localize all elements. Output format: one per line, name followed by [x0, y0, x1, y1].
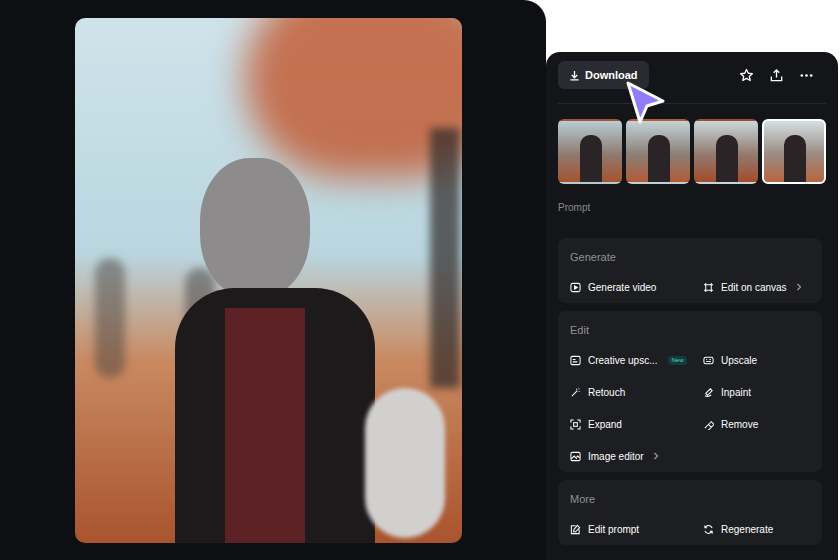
- action-grid: Creative upsc... New Upscale Retouch Inpaint…: [570, 344, 810, 472]
- thumbnail[interactable]: [694, 119, 758, 184]
- action-item[interactable]: Retouch: [570, 376, 703, 408]
- video-icon: [570, 282, 581, 293]
- wand-icon: [570, 387, 581, 398]
- hd-icon: [703, 355, 714, 366]
- action-label: Edit on canvas: [721, 280, 787, 295]
- action-label: Edit prompt: [588, 522, 639, 537]
- action-label: Retouch: [588, 385, 625, 400]
- section-card: Edit Creative upsc... New Upscale Retouch Inp…: [558, 311, 822, 472]
- download-label: Download: [585, 67, 638, 84]
- action-grid: Edit prompt Regenerate: [570, 513, 810, 545]
- action-label: Inpaint: [721, 385, 751, 400]
- action-item[interactable]: Edit prompt: [570, 513, 703, 545]
- action-item[interactable]: Remove: [703, 408, 810, 440]
- action-item[interactable]: Creative upsc... New: [570, 344, 703, 376]
- action-item[interactable]: Upscale: [703, 344, 810, 376]
- brush-icon: [703, 387, 714, 398]
- refresh-icon: [703, 524, 714, 535]
- share-icon[interactable]: [769, 68, 784, 83]
- action-label: Upscale: [721, 353, 757, 368]
- thumbnail[interactable]: [558, 119, 622, 184]
- prompt-label: Prompt: [558, 202, 826, 214]
- chevron-right-icon: [795, 283, 803, 291]
- action-label: Image editor: [588, 449, 644, 464]
- action-label: Expand: [588, 417, 622, 432]
- cursor-icon: [623, 79, 669, 127]
- section-card: Generate Generate video Edit on canvas: [558, 238, 822, 303]
- section-title: Generate: [570, 250, 810, 264]
- action-label: Creative upsc...: [588, 353, 657, 368]
- action-item[interactable]: Generate video: [570, 271, 703, 303]
- edit-icon: [570, 524, 581, 535]
- preview-panel: [0, 0, 546, 560]
- download-button[interactable]: Download: [558, 61, 649, 89]
- action-panel: Download Prompt Generate Generate video Ed…: [546, 52, 838, 560]
- section-title: Edit: [570, 323, 810, 337]
- action-item[interactable]: Inpaint: [703, 376, 810, 408]
- new-badge: New: [668, 356, 686, 365]
- thumbnail[interactable]: [762, 119, 826, 184]
- action-label: Generate video: [588, 280, 656, 295]
- eraser-icon: [703, 419, 714, 430]
- download-icon: [569, 70, 580, 81]
- image-icon: [570, 451, 581, 462]
- thumbnail[interactable]: [626, 119, 690, 184]
- section-title: More: [570, 492, 810, 506]
- more-icon[interactable]: [799, 68, 814, 83]
- generated-image: [75, 18, 462, 543]
- upscale-text-icon: [570, 355, 581, 366]
- action-item[interactable]: Edit on canvas: [703, 271, 810, 303]
- action-label: Remove: [721, 417, 758, 432]
- chevron-right-icon: [652, 452, 660, 460]
- star-icon[interactable]: [739, 68, 754, 83]
- expand-icon: [570, 419, 581, 430]
- section-card: More Edit prompt Regenerate: [558, 480, 822, 545]
- action-label: Regenerate: [721, 522, 773, 537]
- canvas-icon: [703, 282, 714, 293]
- action-grid: Generate video Edit on canvas: [570, 271, 810, 303]
- action-item[interactable]: Expand: [570, 408, 703, 440]
- action-item[interactable]: Image editor: [570, 440, 703, 472]
- action-item[interactable]: Regenerate: [703, 513, 810, 545]
